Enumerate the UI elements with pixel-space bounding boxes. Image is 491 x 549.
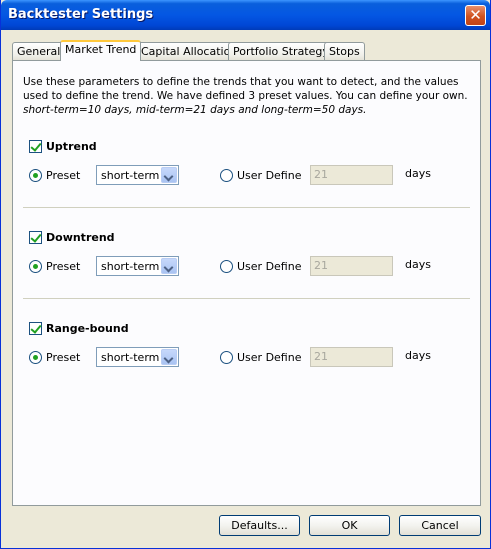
preset-radio[interactable] [29,351,42,364]
tab-panel: Use these parameters to define the trend… [12,60,481,506]
cancel-button[interactable]: Cancel [399,515,481,536]
preset-value: short-term [101,260,160,273]
close-button[interactable]: ✕ [465,5,486,26]
range-bound-checkbox[interactable] [29,322,42,335]
tab-general[interactable]: General [12,42,66,60]
days-input[interactable]: 21 [310,256,393,276]
uptrend-checkbox[interactable] [29,140,42,153]
preset-label: Preset [46,169,81,182]
section-title: Downtrend [46,231,115,244]
section-range-bound: Range-bound Preset short-term User Defin… [13,322,482,392]
description-line: Use these parameters to define the trend… [23,76,459,88]
preset-select[interactable]: short-term [96,165,179,185]
title-bar[interactable]: Backtester Settings ✕ [1,0,490,30]
user-define-radio[interactable] [220,351,233,364]
section-downtrend: Downtrend Preset short-term User Define … [13,231,482,301]
dialog-window: Backtester Settings ✕ General Market Tre… [0,0,491,549]
days-label: days [405,258,431,271]
description-line: used to define the trend. We have define… [23,90,468,102]
days-input[interactable]: 21 [310,347,393,367]
defaults-button[interactable]: Defaults... [219,515,300,536]
user-define-label: User Define [237,351,302,364]
description-definitions: short-term=10 days, mid-term=21 days and… [23,104,367,116]
close-icon: ✕ [469,6,482,24]
preset-select[interactable]: short-term [96,256,179,276]
window-title: Backtester Settings [8,7,154,22]
preset-value: short-term [101,169,160,182]
days-label: days [405,349,431,362]
chevron-down-icon[interactable] [161,258,177,274]
preset-radio[interactable] [29,260,42,273]
preset-label: Preset [46,351,81,364]
user-define-label: User Define [237,260,302,273]
description: Use these parameters to define the trend… [23,75,473,117]
tab-portfolio-strategy[interactable]: Portfolio Strategy [228,42,334,60]
preset-value: short-term [101,351,160,364]
tab-stops[interactable]: Stops [324,42,365,60]
chevron-down-icon[interactable] [161,349,177,365]
divider [23,298,470,299]
user-define-radio[interactable] [220,260,233,273]
section-title: Uptrend [46,140,97,153]
preset-label: Preset [46,260,81,273]
preset-select[interactable]: short-term [96,347,179,367]
ok-button[interactable]: OK [309,515,390,536]
section-uptrend: Uptrend Preset short-term User Define 21… [13,140,482,210]
tab-market-trend[interactable]: Market Trend [60,40,142,61]
divider [23,207,470,208]
section-title: Range-bound [46,322,129,335]
preset-radio[interactable] [29,169,42,182]
chevron-down-icon[interactable] [161,167,177,183]
tab-capital-allocation[interactable]: Capital Allocation [136,42,243,60]
user-define-radio[interactable] [220,169,233,182]
downtrend-checkbox[interactable] [29,231,42,244]
days-input[interactable]: 21 [310,165,393,185]
days-label: days [405,167,431,180]
user-define-label: User Define [237,169,302,182]
